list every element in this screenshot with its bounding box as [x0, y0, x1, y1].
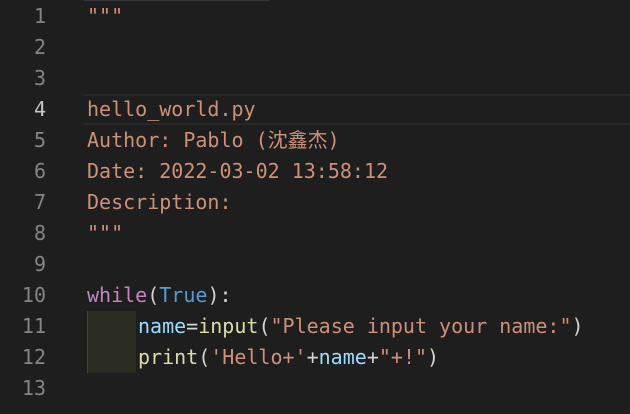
line-number: 10 [21, 283, 46, 307]
line-number: 6 [33, 159, 46, 183]
string-prompt: "Please input your name:" [270, 314, 572, 338]
code-line-4[interactable]: 4 hello_world.py [0, 94, 630, 125]
code-line-8[interactable]: 8 """ [0, 218, 630, 249]
line-number: 12 [21, 345, 46, 369]
variable-name: name [138, 314, 187, 338]
line-number: 3 [33, 66, 46, 90]
function-print: print [138, 345, 199, 369]
line-number-active: 4 [33, 97, 46, 121]
code-editor[interactable]: 1 """ 2 3 4 hello_world.py 5 Author: Pab… [0, 0, 630, 414]
keyword-while: while [87, 283, 148, 307]
line-number: 8 [33, 221, 46, 245]
code-line-10[interactable]: 10 while(True): [0, 280, 630, 311]
string-exclaim: "+!" [378, 345, 428, 369]
code-line-7[interactable]: 7 Description: [0, 187, 630, 218]
paren-open: ( [198, 345, 211, 369]
docstring-author: Author: Pablo (沈鑫杰) [87, 128, 340, 152]
line-number: 11 [21, 314, 46, 338]
print-statement: print('Hello+'+name+"+!") [138, 342, 439, 373]
string-hello: 'Hello+' [210, 345, 307, 369]
plus-operator: + [366, 345, 379, 369]
paren-close: ) [427, 345, 440, 369]
code-line-2[interactable]: 2 [0, 32, 630, 63]
code-line-12[interactable]: 12 print('Hello+'+name+"+!") [0, 342, 630, 373]
while-statement: while(True): [87, 280, 232, 311]
code-line-6[interactable]: 6 Date: 2022-03-02 13:58:12 [0, 156, 630, 187]
docstring-open: """ [87, 4, 124, 28]
paren-close: ) [571, 314, 584, 338]
variable-name: name [318, 345, 367, 369]
code-line-9[interactable]: 9 [0, 249, 630, 280]
docstring-description: Description: [87, 190, 232, 214]
line-number: 5 [33, 128, 46, 152]
code-line-3[interactable]: 3 [0, 63, 630, 94]
line-number: 13 [21, 376, 46, 400]
constant-true: True [159, 283, 208, 307]
line-number: 7 [33, 190, 46, 214]
plus-operator: + [306, 345, 319, 369]
docstring-date: Date: 2022-03-02 13:58:12 [87, 159, 389, 183]
paren-open: ( [147, 283, 160, 307]
code-line-5[interactable]: 5 Author: Pablo (沈鑫杰) [0, 125, 630, 156]
line-number: 1 [33, 4, 46, 28]
paren-close-colon: ): [207, 283, 232, 307]
code-line-1[interactable]: 1 """ [0, 1, 630, 32]
docstring-filename: hello_world.py [87, 97, 256, 121]
docstring-close: """ [87, 221, 124, 245]
code-line-11[interactable]: 11 name=input("Please input your name:") [0, 311, 630, 342]
paren-open: ( [258, 314, 271, 338]
line-number: 2 [33, 35, 46, 59]
function-input: input [198, 314, 259, 338]
input-statement: name=input("Please input your name:") [138, 311, 584, 342]
assign-operator: = [186, 314, 199, 338]
line-number: 9 [33, 252, 46, 276]
code-line-13[interactable]: 13 [0, 373, 630, 404]
